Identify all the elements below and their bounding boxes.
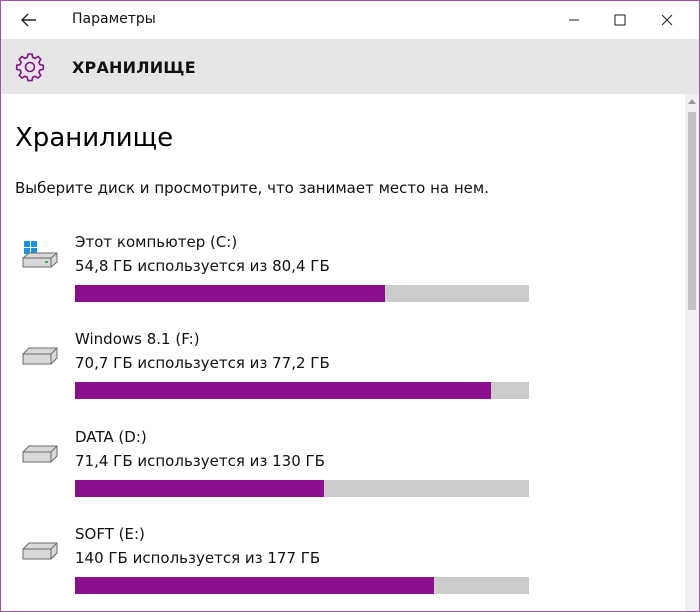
scroll-thumb[interactable] (688, 112, 696, 310)
usage-bar-fill (75, 382, 491, 399)
page-description: Выберите диск и просмотрите, что занимае… (15, 179, 489, 197)
usage-bar-fill (75, 285, 385, 302)
drive-icon (22, 542, 58, 560)
back-arrow-icon (21, 13, 36, 27)
usage-bar (75, 577, 529, 594)
usage-bar (75, 480, 529, 497)
drive-name: Windows 8.1 (F:) (75, 330, 200, 348)
vertical-scrollbar[interactable] (685, 94, 699, 611)
usage-bar-fill (75, 480, 325, 497)
settings-window: Параметры ХРАНИЛИЩЕ Хранилище Выберите д… (0, 0, 700, 612)
drive-usage-text: 140 ГБ используется из 177 ГБ (75, 549, 321, 567)
drive-usage-text: 54,8 ГБ используется из 80,4 ГБ (75, 257, 330, 275)
drive-item-f[interactable]: Windows 8.1 (F:) 70,7 ГБ используется из… (1, 330, 685, 420)
maximize-icon (614, 14, 626, 26)
drive-icon (22, 445, 58, 463)
page-title: Хранилище (15, 123, 174, 153)
drive-usage-text: 70,7 ГБ используется из 77,2 ГБ (75, 354, 330, 372)
drive-usage-text: 71,4 ГБ используется из 130 ГБ (75, 452, 325, 470)
scroll-up-button[interactable] (685, 94, 699, 108)
gear-icon (15, 53, 45, 82)
page-header: ХРАНИЛИЩЕ (1, 39, 699, 94)
back-button[interactable] (15, 7, 43, 33)
usage-bar (75, 285, 529, 302)
usage-bar (75, 382, 529, 399)
usage-bar-fill (75, 577, 435, 594)
windows-drive-icon (22, 241, 58, 268)
minimize-icon (569, 19, 579, 21)
close-icon (661, 14, 673, 26)
drive-name: DATA (D:) (75, 428, 147, 446)
maximize-button[interactable] (597, 1, 643, 39)
section-title: ХРАНИЛИЩЕ (72, 58, 196, 77)
drive-item-e[interactable]: SOFT (E:) 140 ГБ используется из 177 ГБ (1, 525, 685, 611)
drive-item-c[interactable]: Этот компьютер (C:) 54,8 ГБ используется… (1, 233, 685, 323)
drive-icon (22, 347, 58, 365)
minimize-button[interactable] (551, 1, 597, 39)
main-content: Хранилище Выберите диск и просмотрите, ч… (1, 94, 685, 611)
chevron-up-icon (688, 99, 696, 104)
window-title: Параметры (72, 11, 156, 27)
drive-name: Этот компьютер (C:) (75, 233, 238, 251)
close-button[interactable] (644, 1, 690, 39)
drive-item-d[interactable]: DATA (D:) 71,4 ГБ используется из 130 ГБ (1, 428, 685, 518)
title-bar: Параметры (1, 1, 699, 39)
drive-name: SOFT (E:) (75, 525, 145, 543)
